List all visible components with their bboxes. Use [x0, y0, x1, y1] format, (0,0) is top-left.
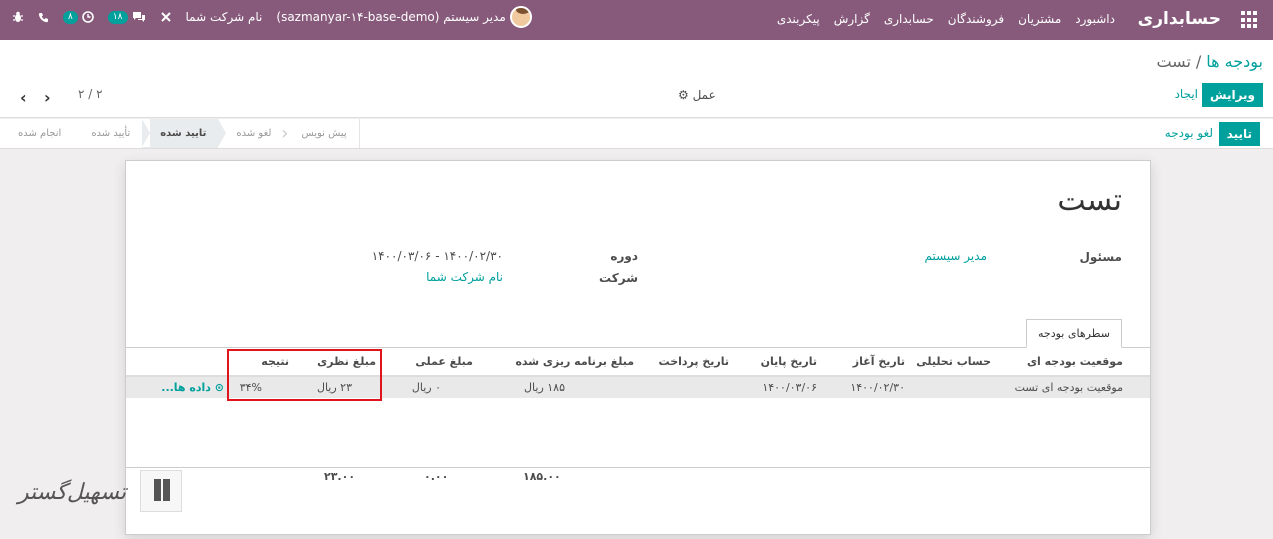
responsible-value[interactable]: مدیر سیستم	[925, 249, 988, 263]
messaging-menu[interactable]: ۱۸	[107, 10, 146, 24]
header-analytic-account[interactable]: حساب تحلیلی	[916, 348, 991, 375]
company-value[interactable]: نام شرکت شما	[426, 270, 503, 284]
watermark-text: تسهیل‌گستر	[18, 480, 127, 505]
menu-dashboard[interactable]: داشبورد	[1075, 12, 1115, 26]
cell-practical-amount: ۰ ریال	[411, 381, 441, 394]
form-statusbar: تایید لغو بودجه انجام شده تأیید شده تایی…	[0, 119, 1273, 149]
app-brand[interactable]: حسابداری	[1138, 9, 1221, 29]
pager-next-icon[interactable]: ›	[44, 88, 51, 107]
status-step-cancelled[interactable]: لغو شده	[218, 119, 288, 148]
tools-icon[interactable]	[160, 11, 172, 23]
menu-configuration[interactable]: پیکربندی	[777, 12, 820, 26]
company-label: شرکت	[599, 271, 638, 285]
cell-start-date: ۱۴۰۰/۰۲/۳۰	[850, 381, 905, 394]
menu-reporting[interactable]: گزارش	[834, 12, 870, 26]
total-theoretical: ۲۳.۰۰	[324, 470, 356, 483]
company-switcher[interactable]: نام شرکت شما	[186, 10, 263, 24]
menu-accounting[interactable]: حسابداری	[884, 12, 934, 26]
phone-icon[interactable]	[38, 12, 49, 23]
breadcrumb-budgets-link[interactable]: بودجه ها	[1206, 52, 1263, 71]
period-value[interactable]: ۱۴۰۰/۰۲/۳۰ - ۱۴۰۰/۰۳/۰۶	[372, 249, 503, 263]
watermark-logo: تسهیل‌گستر	[18, 470, 182, 520]
company-name: نام شرکت شما	[185, 10, 263, 24]
form-sheet: تست مسئول مدیر سیستم دوره ۱۴۰۰/۰۲/۳۰ - ۱…	[125, 160, 1151, 535]
status-steps: انجام شده تأیید شده تایید شده لغو شده پی…	[0, 119, 360, 148]
systray: مدیر سیستم (sazmanyar-۱۴-base-demo) نام …	[12, 6, 532, 28]
entries-link[interactable]: ⊙ داده ها...	[161, 377, 224, 398]
status-step-done[interactable]: انجام شده	[0, 119, 73, 148]
cell-planned-amount: ۱۸۵ ریال	[524, 381, 565, 394]
apps-grid-icon[interactable]	[1239, 11, 1257, 29]
tab-budget-lines[interactable]: سطرهای بودجه	[1026, 319, 1122, 348]
top-navbar: حسابداری داشبورد مشتریان فروشندگان حسابد…	[0, 0, 1273, 40]
pager-previous-icon[interactable]: ‹	[20, 88, 27, 107]
header-end-date[interactable]: تاریخ پایان	[761, 348, 817, 375]
edit-button[interactable]: ویرایش	[1201, 83, 1263, 107]
action-menu-button[interactable]: ⚙ عمل	[678, 88, 716, 102]
clock-icon	[82, 11, 94, 23]
main-menu: داشبورد مشتریان فروشندگان حسابداری گزارش…	[777, 12, 1115, 26]
brand-mark-icon	[140, 470, 182, 512]
debug-bug-icon[interactable]	[12, 11, 24, 23]
cell-end-date: ۱۴۰۰/۰۳/۰۶	[762, 381, 817, 394]
user-menu[interactable]: مدیر سیستم (sazmanyar-۱۴-base-demo)	[276, 6, 532, 28]
activity-menu[interactable]: ۸	[63, 10, 94, 24]
messages-badge: ۱۸	[107, 10, 128, 24]
pager-value[interactable]: ۲ / ۲	[78, 87, 103, 101]
header-planned-amount[interactable]: مبلغ برنامه ریزی شده	[515, 348, 634, 375]
period-label: دوره	[610, 249, 638, 263]
cell-budgetary-position: موقعیت بودجه ای تست	[1014, 381, 1123, 394]
table-footer-border	[126, 467, 1150, 468]
confirm-button[interactable]: تایید	[1218, 122, 1260, 146]
header-budgetary-position[interactable]: موقعیت بودجه ای	[1027, 348, 1123, 375]
chat-icon	[132, 12, 145, 22]
status-step-confirmed[interactable]: تایید شده	[142, 119, 227, 148]
total-planned: ۱۸۵.۰۰	[523, 470, 561, 483]
menu-customers[interactable]: مشتریان	[1018, 12, 1061, 26]
total-practical: ۰.۰۰	[424, 470, 449, 483]
header-practical-amount[interactable]: مبلغ عملی	[415, 348, 473, 375]
control-panel: بودجه ها/تست ویرایش ایجاد ⚙ عمل ۲ / ۲ ‹ …	[0, 40, 1273, 118]
activities-badge: ۸	[63, 10, 78, 24]
avatar	[509, 6, 532, 28]
highlight-box	[227, 349, 382, 401]
breadcrumb-separator: /	[1195, 52, 1202, 71]
budget-name[interactable]: تست	[1057, 183, 1122, 218]
status-step-draft[interactable]: پیش نویس	[283, 119, 360, 148]
user-name: مدیر سیستم (sazmanyar-۱۴-base-demo)	[276, 10, 506, 24]
create-button[interactable]: ایجاد	[1175, 87, 1198, 101]
responsible-label: مسئول	[1079, 250, 1122, 264]
breadcrumb: بودجه ها/تست	[1156, 52, 1263, 71]
header-start-date[interactable]: تاریخ آغاز	[853, 348, 905, 375]
status-step-validated[interactable]: تأیید شده	[73, 119, 142, 148]
cancel-budget-button[interactable]: لغو بودجه	[1165, 126, 1213, 140]
breadcrumb-current: تست	[1156, 52, 1191, 71]
menu-vendors[interactable]: فروشندگان	[948, 12, 1004, 26]
header-paid-date[interactable]: تاریخ پرداخت	[659, 348, 729, 375]
